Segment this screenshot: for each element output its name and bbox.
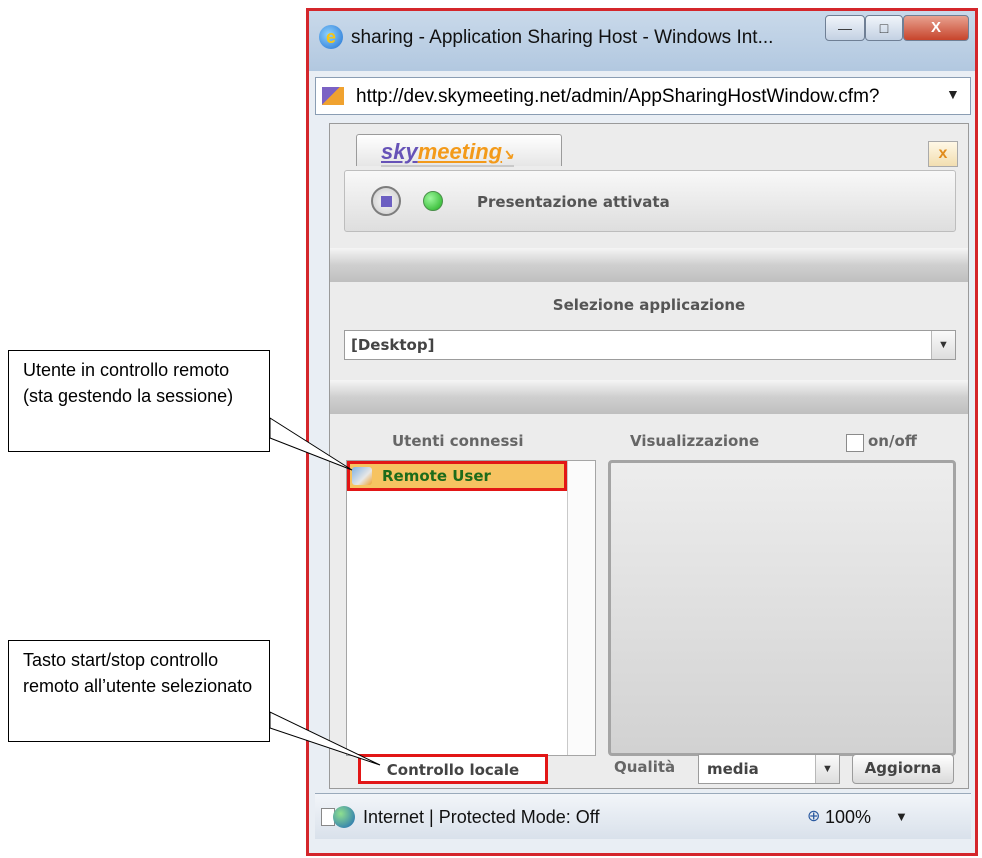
user-name: Remote User bbox=[382, 467, 491, 485]
preview-heading: Visualizzazione bbox=[630, 432, 760, 450]
security-zone-text: Internet | Protected Mode: Off bbox=[363, 807, 600, 827]
callout-remote-user-text: Utente in controllo remoto (sta gestendo… bbox=[23, 360, 234, 406]
window-title: sharing - Application Sharing Host - Win… bbox=[351, 27, 774, 48]
application-select-value: [Desktop] bbox=[351, 336, 435, 354]
application-select[interactable]: [Desktop] ▼ bbox=[344, 330, 956, 360]
preview-area bbox=[608, 460, 956, 756]
logo-swoosh-icon: ↘ bbox=[502, 146, 514, 162]
refresh-button[interactable]: Aggiorna bbox=[852, 754, 954, 784]
section-divider bbox=[330, 248, 968, 282]
address-dropdown-icon[interactable]: ▼ bbox=[946, 86, 960, 102]
address-bar[interactable]: http://dev.skymeeting.net/admin/AppShari… bbox=[315, 77, 971, 115]
globe-icon bbox=[333, 806, 355, 828]
refresh-label: Aggiorna bbox=[864, 759, 942, 777]
site-favicon-icon bbox=[322, 87, 344, 105]
minimize-icon: — bbox=[838, 20, 852, 36]
users-heading: Utenti connessi bbox=[392, 432, 524, 450]
users-list: Remote User bbox=[346, 460, 596, 756]
stop-icon bbox=[381, 196, 392, 207]
chevron-down-icon[interactable]: ▼ bbox=[815, 755, 839, 783]
zoom-dropdown-icon[interactable]: ▼ bbox=[895, 809, 908, 824]
browser-window: e sharing - Application Sharing Host - W… bbox=[306, 8, 978, 856]
zoom-icon[interactable]: ⊕ bbox=[807, 806, 820, 826]
callout-start-stop-text: Tasto start/stop controllo remoto all’ut… bbox=[23, 650, 253, 696]
list-item[interactable]: Remote User bbox=[347, 461, 567, 491]
quality-select-value: media bbox=[707, 760, 759, 778]
url-field[interactable]: http://dev.skymeeting.net/admin/AppShari… bbox=[356, 86, 936, 108]
minimize-button[interactable]: — bbox=[825, 15, 865, 41]
presentation-status-text: Presentazione attivata bbox=[477, 193, 670, 211]
logo-meeting: meeting bbox=[417, 139, 503, 164]
ie-logo-icon: e bbox=[319, 25, 343, 49]
skymeeting-logo: skymeeting↘ bbox=[381, 139, 514, 167]
panel-close-button[interactable]: x bbox=[928, 141, 958, 167]
browser-titlebar: e sharing - Application Sharing Host - W… bbox=[309, 11, 975, 71]
local-control-label: Controllo locale bbox=[386, 761, 520, 779]
quality-select[interactable]: media ▼ bbox=[698, 754, 840, 784]
close-window-button[interactable]: X bbox=[903, 15, 969, 41]
user-icon bbox=[352, 467, 372, 485]
chevron-down-icon[interactable]: ▼ bbox=[931, 331, 955, 359]
browser-statusbar: Internet | Protected Mode: Off ⊕ 100% ▼ bbox=[315, 793, 971, 839]
stop-presentation-button[interactable] bbox=[371, 186, 401, 216]
maximize-button[interactable]: □ bbox=[865, 15, 903, 41]
logo-sky: sky bbox=[381, 139, 418, 164]
preview-toggle-checkbox[interactable] bbox=[846, 434, 864, 452]
skymeeting-tab[interactable]: skymeeting↘ bbox=[356, 134, 562, 167]
preview-toggle-label: on/off bbox=[868, 432, 917, 450]
zoom-level[interactable]: 100% bbox=[825, 807, 871, 828]
app-sharing-panel: skymeeting↘ x Presentazione attivata Sel… bbox=[329, 123, 969, 789]
callout-remote-user: Utente in controllo remoto (sta gestendo… bbox=[8, 350, 270, 452]
callout-start-stop: Tasto start/stop controllo remoto all’ut… bbox=[8, 640, 270, 742]
close-icon: X bbox=[930, 19, 941, 36]
section-divider bbox=[330, 380, 968, 414]
local-control-button[interactable]: Controllo locale bbox=[358, 754, 548, 784]
presentation-status-bar: Presentazione attivata bbox=[344, 170, 956, 232]
panel-close-icon: x bbox=[938, 145, 948, 162]
app-selection-heading: Selezione applicazione bbox=[552, 296, 746, 314]
users-scrollbar[interactable] bbox=[567, 461, 595, 755]
quality-label: Qualità bbox=[614, 758, 676, 776]
status-indicator-icon bbox=[423, 191, 443, 211]
maximize-icon: □ bbox=[879, 20, 889, 36]
